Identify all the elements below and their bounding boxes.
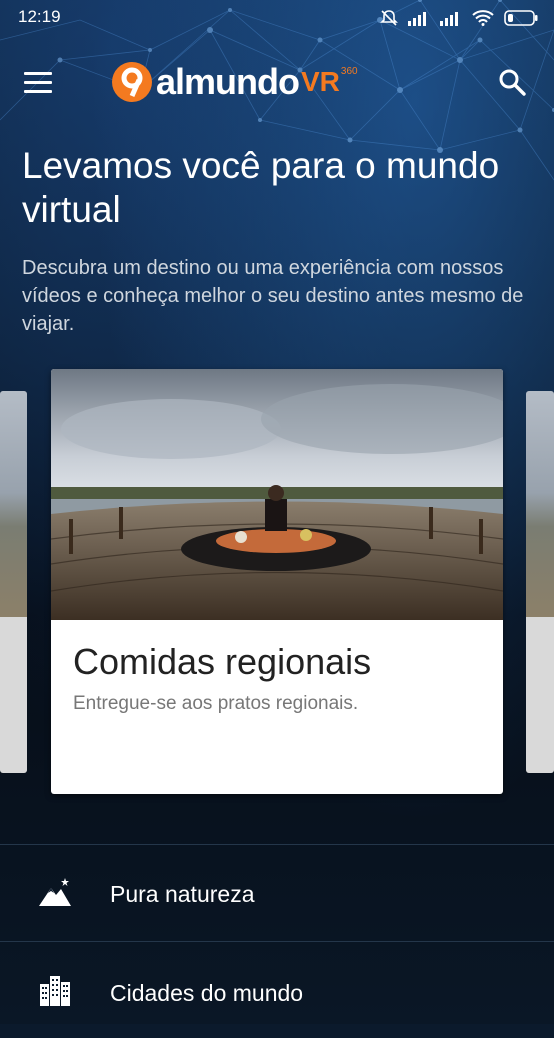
search-icon[interactable]	[498, 68, 526, 96]
card-image	[0, 391, 27, 617]
category-label: Cidades do mundo	[110, 980, 304, 1006]
logo-text: almundo	[156, 61, 300, 102]
hamburger-icon[interactable]	[24, 72, 52, 94]
status-icons	[380, 9, 538, 27]
card-description: Entregue-se aos pratos regionais.	[73, 693, 359, 714]
hero-headline: Levamos você para o mundo virtual	[22, 145, 500, 230]
card-title: Comidas regionais	[73, 641, 372, 682]
battery-icon	[504, 10, 538, 26]
signal-icon	[408, 12, 426, 26]
mute-icon	[380, 10, 398, 26]
logo-mark-icon	[112, 62, 152, 102]
hero-subtitle: Descubra um destino ou uma experiência c…	[22, 257, 524, 335]
wifi-icon	[472, 10, 494, 26]
category-item-pura-natureza[interactable]: Pura natureza	[0, 845, 554, 941]
mountain-icon	[39, 878, 71, 906]
category-label: Pura natureza	[110, 881, 255, 907]
status-time: 12:19	[18, 7, 61, 26]
status-bar: 12:19	[0, 0, 554, 36]
city-buildings-icon	[40, 976, 70, 1006]
carousel-card-next[interactable]	[526, 391, 554, 773]
carousel-card-previous[interactable]	[0, 391, 27, 773]
logo-vr: VR	[301, 66, 340, 97]
carousel-card-active[interactable]: Comidas regionais Entregue-se aos pratos…	[51, 369, 503, 794]
card-photo	[51, 369, 503, 620]
logo-360: 360	[340, 66, 358, 77]
signal-icon	[440, 12, 458, 26]
card-image	[526, 391, 554, 617]
brand-logo: almundo VR 360	[112, 60, 358, 104]
